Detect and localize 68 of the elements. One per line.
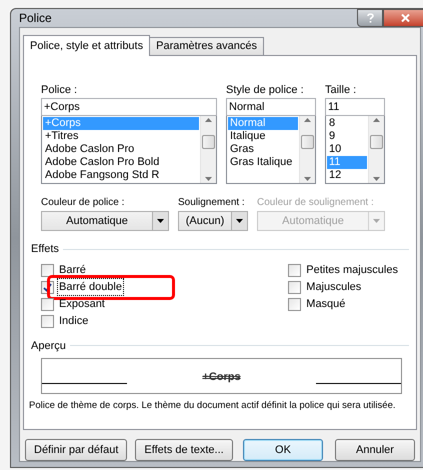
scroll-up-icon[interactable] xyxy=(205,118,212,122)
field-label: Police : xyxy=(41,83,78,98)
scrollbar-thumb[interactable] xyxy=(202,134,215,148)
tab[interactable]: Paramètres avancés xyxy=(149,37,264,55)
checkbox-label[interactable]: Majuscules xyxy=(305,278,362,296)
checkbox-label[interactable]: Barré double xyxy=(58,278,123,296)
list-item[interactable]: Italique xyxy=(228,130,298,143)
dialog-button[interactable]: Effets de texte... xyxy=(135,439,233,461)
checkbox-label[interactable]: Masqué xyxy=(305,296,346,312)
checkbox[interactable] xyxy=(288,280,302,294)
scroll-down-icon[interactable] xyxy=(205,177,212,181)
list-item[interactable]: 10 xyxy=(327,143,367,156)
list-item[interactable]: 9 xyxy=(327,130,367,143)
list-item[interactable]: Adobe Fangsong Std R xyxy=(43,169,199,182)
dropdown[interactable]: (Aucun) xyxy=(178,211,248,231)
list-item[interactable]: Adobe Caslon Pro xyxy=(43,143,199,156)
dialog-button[interactable]: OK xyxy=(243,439,323,461)
preview-description: Police de thème de corps. Le thème du document actif définit la police qui sera utilisée. xyxy=(29,400,396,412)
dropdown-label: Soulignement : xyxy=(178,196,245,209)
scroll-up-icon[interactable] xyxy=(373,118,380,122)
checkbox[interactable] xyxy=(41,264,54,276)
checkbox[interactable] xyxy=(288,264,302,276)
text-field[interactable]: Normal xyxy=(226,98,316,116)
list-item[interactable]: Gras xyxy=(228,143,298,156)
dropdown-label: Couleur de soulignement : xyxy=(257,196,374,209)
list-item[interactable]: 12 xyxy=(327,169,367,182)
checkbox[interactable] xyxy=(288,298,302,310)
checkbox-label[interactable]: Petites majuscules xyxy=(305,262,399,278)
dropdown-arrow-icon[interactable] xyxy=(236,219,243,223)
checkbox[interactable] xyxy=(41,298,54,310)
checkbox-label[interactable]: Indice xyxy=(58,312,90,330)
tab[interactable]: Police, style et attributs xyxy=(23,35,150,56)
checkbox[interactable] xyxy=(41,314,54,328)
group-title: Effets xyxy=(31,242,59,257)
dropdown-label: Couleur de police : xyxy=(41,196,124,209)
checkmark-icon xyxy=(43,282,52,292)
scrollbar[interactable] xyxy=(368,116,384,183)
field-label: Style de police : xyxy=(226,83,305,98)
field-label: Taille : xyxy=(325,83,358,98)
list-item[interactable]: +Titres xyxy=(43,130,199,143)
close-button[interactable] xyxy=(383,9,423,27)
preview-sample: +Corps xyxy=(202,370,241,384)
window-title: Police xyxy=(19,10,52,27)
close-icon xyxy=(400,14,410,22)
scroll-down-icon[interactable] xyxy=(304,177,311,181)
list-item[interactable]: Gras Italique xyxy=(228,156,298,169)
scroll-down-icon[interactable] xyxy=(373,177,380,181)
text-field[interactable]: 11 xyxy=(325,98,385,116)
list-item[interactable]: Adobe Caslon Pro Bold xyxy=(43,156,199,169)
group-title: Aperçu xyxy=(31,338,66,354)
help-icon xyxy=(366,13,374,23)
list-item[interactable]: 8 xyxy=(327,117,367,130)
scrollbar[interactable] xyxy=(299,116,315,183)
scrollbar-thumb[interactable] xyxy=(301,134,314,148)
dropdown[interactable]: Automatique xyxy=(41,211,169,231)
text-field[interactable]: +Corps xyxy=(41,98,217,116)
checkbox-label[interactable]: Exposant xyxy=(58,296,106,312)
scroll-up-icon[interactable] xyxy=(304,118,311,122)
help-button[interactable] xyxy=(357,9,383,27)
scrollbar[interactable] xyxy=(200,116,216,183)
list-box[interactable]: 8 9 10 11 12 xyxy=(325,116,385,184)
list-box[interactable]: Normal Italique Gras Gras Italique xyxy=(226,116,316,184)
scrollbar-thumb[interactable] xyxy=(370,134,383,148)
dropdown-arrow-icon[interactable] xyxy=(157,219,164,223)
dialog-button[interactable]: Définir par défaut xyxy=(25,439,128,461)
dialog-button[interactable]: Annuler xyxy=(335,439,415,461)
checkbox-label[interactable]: Barré xyxy=(58,262,87,278)
list-box[interactable]: +Corps +Titres Adobe Caslon Pro Adobe Caslon Pro Bold Adobe Fangsong Std R xyxy=(41,116,217,184)
